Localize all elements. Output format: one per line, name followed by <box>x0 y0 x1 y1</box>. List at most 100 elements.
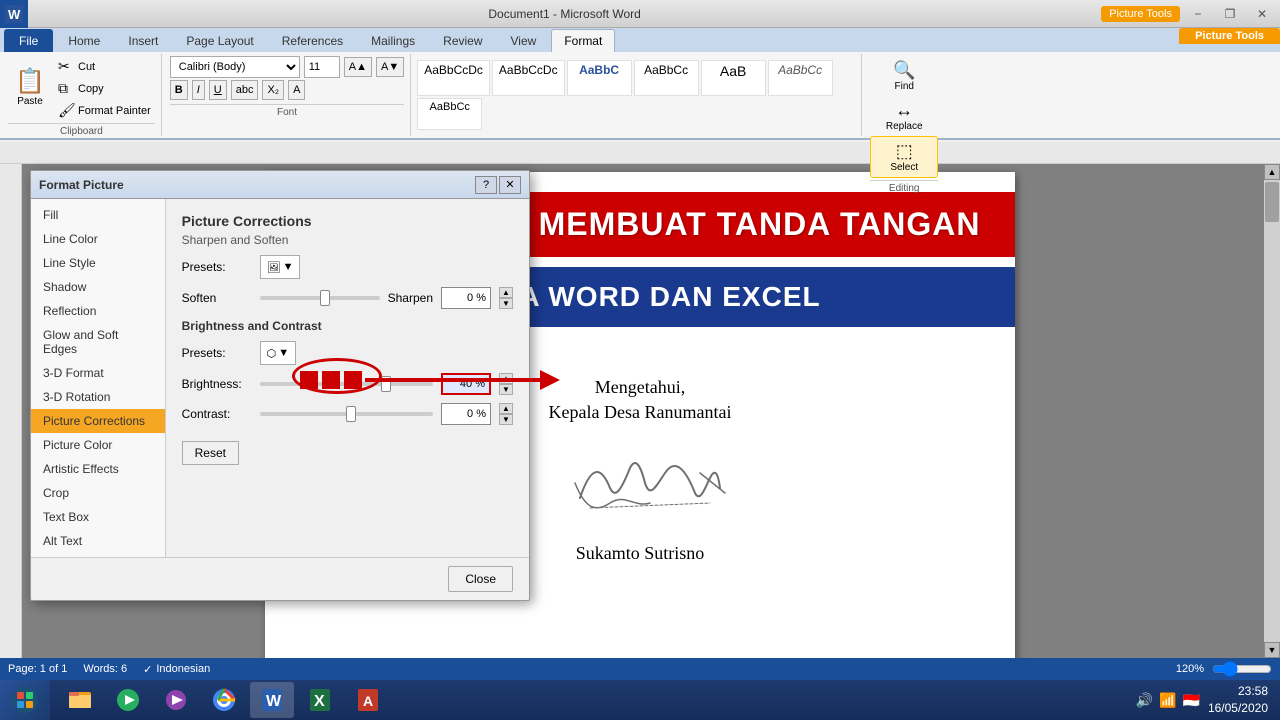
tab-mailings[interactable]: Mailings <box>358 29 428 52</box>
brightness-down[interactable]: ▼ <box>499 384 513 395</box>
tab-home[interactable]: Home <box>55 29 113 52</box>
strikethrough-button[interactable]: abc <box>231 80 259 100</box>
tab-review[interactable]: Review <box>430 29 495 52</box>
soften-slider[interactable] <box>260 296 380 300</box>
replace-icon: ↔ <box>895 100 913 121</box>
tab-file[interactable]: File <box>4 29 53 52</box>
clear-format-button[interactable]: A <box>288 80 305 100</box>
style-normal[interactable]: AaBbCcDc <box>417 60 490 96</box>
close-button[interactable]: ✕ <box>1248 0 1276 28</box>
sharpen-input[interactable] <box>441 287 491 309</box>
dialog-close-button[interactable]: ✕ <box>499 176 521 194</box>
style-subtitle[interactable]: AaBbCc <box>768 60 833 96</box>
paste-button[interactable]: 📋 Paste <box>8 66 52 111</box>
scroll-up-button[interactable]: ▲ <box>1264 164 1280 180</box>
taskbar-chrome[interactable] <box>202 682 246 718</box>
bold-button[interactable]: B <box>170 80 188 100</box>
cut-button[interactable]: ✂ Cut <box>54 56 155 77</box>
find-button[interactable]: 🔍 Find <box>870 56 938 96</box>
dialog-footer: Close <box>31 557 529 600</box>
dialog-titlebar: Format Picture ? ✕ <box>31 171 529 199</box>
menu-text-box[interactable]: Text Box <box>31 505 165 529</box>
italic-button[interactable]: I <box>192 80 205 100</box>
brightness-spinners: ▲ ▼ <box>499 373 513 395</box>
menu-artistic-effects[interactable]: Artistic Effects <box>31 457 165 481</box>
taskbar-explorer[interactable] <box>58 682 102 718</box>
brightness-up[interactable]: ▲ <box>499 373 513 384</box>
zoom-slider[interactable] <box>1212 662 1272 676</box>
contrast-input[interactable] <box>441 403 491 425</box>
contrast-slider[interactable] <box>260 412 433 416</box>
sharpen-down[interactable]: ▼ <box>499 298 513 309</box>
tab-references[interactable]: References <box>269 29 356 52</box>
style-heading2[interactable]: AaBbCc <box>634 60 699 96</box>
document-title: Document1 - Microsoft Word <box>28 7 1101 21</box>
contrast-down[interactable]: ▼ <box>499 414 513 425</box>
scrollbar-thumb[interactable] <box>1265 182 1279 222</box>
taskbar-word[interactable]: W <box>250 682 294 718</box>
replace-button[interactable]: ↔ Replace <box>870 96 938 136</box>
menu-glow[interactable]: Glow and Soft Edges <box>31 323 165 361</box>
increase-font-btn[interactable]: A▲ <box>344 57 372 77</box>
menu-3d-rotation[interactable]: 3-D Rotation <box>31 385 165 409</box>
paste-icon: 📋 <box>15 70 45 94</box>
menu-line-style[interactable]: Line Style <box>31 251 165 275</box>
sharpen-presets-button[interactable]: 🖼 ▼ <box>260 255 301 279</box>
statusbar: Page: 1 of 1 Words: 6 ✓ Indonesian 120% <box>0 658 1280 680</box>
tab-insert[interactable]: Insert <box>115 29 171 52</box>
tab-page-layout[interactable]: Page Layout <box>173 29 266 52</box>
format-painter-button[interactable]: 🖌 Format Painter <box>54 100 155 121</box>
format-painter-icon: 🖌 <box>58 102 74 119</box>
subscript-button[interactable]: X₂ <box>262 80 284 100</box>
menu-shadow[interactable]: Shadow <box>31 275 165 299</box>
dialog-close-footer-button[interactable]: Close <box>448 566 513 592</box>
taskbar-excel[interactable]: X <box>298 682 342 718</box>
select-button[interactable]: ⬚ Select <box>870 136 938 178</box>
ruler-top <box>0 142 1280 164</box>
sharpen-spinners: ▲ ▼ <box>499 287 513 309</box>
battery-icon: 🇮🇩 <box>1183 692 1200 709</box>
start-button[interactable] <box>0 680 50 720</box>
taskbar: W X A 🔊 📶 🇮🇩 23:58 16/05/2020 <box>0 680 1280 720</box>
contrast-up[interactable]: ▲ <box>499 403 513 414</box>
font-size-input[interactable] <box>304 56 340 78</box>
taskbar-clock: 23:58 16/05/2020 <box>1208 683 1268 717</box>
brightness-input[interactable] <box>441 373 491 395</box>
reset-button[interactable]: Reset <box>182 441 239 465</box>
menu-3d-format[interactable]: 3-D Format <box>31 361 165 385</box>
menu-picture-color[interactable]: Picture Color <box>31 433 165 457</box>
picture-tools-label: Picture Tools <box>1101 6 1180 22</box>
contrast-row: Contrast: ▲ ▼ <box>182 403 513 425</box>
font-name-selector[interactable]: Calibri (Body) <box>170 56 300 78</box>
scroll-down-button[interactable]: ▼ <box>1264 642 1280 658</box>
copy-button[interactable]: ⧉ Copy <box>54 78 155 99</box>
menu-line-color[interactable]: Line Color <box>31 227 165 251</box>
tab-format[interactable]: Format <box>551 29 615 52</box>
menu-crop[interactable]: Crop <box>31 481 165 505</box>
brightness-slider[interactable] <box>260 382 433 386</box>
svg-text:W: W <box>266 693 282 710</box>
menu-alt-text[interactable]: Alt Text <box>31 529 165 553</box>
zoom-level: 120% <box>1176 663 1204 675</box>
brightness-presets-button[interactable]: ⬡ ▼ <box>260 341 297 365</box>
style-heading1[interactable]: AaBbC <box>567 60 632 96</box>
titlebar: W Document1 - Microsoft Word Picture Too… <box>0 0 1280 28</box>
tab-view[interactable]: View <box>498 29 550 52</box>
taskbar-app5[interactable]: A <box>346 682 390 718</box>
underline-button[interactable]: U <box>209 80 227 100</box>
menu-reflection[interactable]: Reflection <box>31 299 165 323</box>
style-no-spacing[interactable]: AaBbCcDc <box>492 60 565 96</box>
style-more[interactable]: AaBbCc <box>417 98 482 130</box>
taskbar-media2[interactable] <box>154 682 198 718</box>
restore-button[interactable]: ❐ <box>1216 0 1244 28</box>
vertical-scrollbar[interactable]: ▲ ▼ <box>1264 164 1280 658</box>
menu-fill[interactable]: Fill <box>31 203 165 227</box>
soften-sharpen-row: Soften Sharpen ▲ ▼ <box>182 287 513 309</box>
taskbar-media[interactable] <box>106 682 150 718</box>
menu-picture-corrections[interactable]: Picture Corrections <box>31 409 165 433</box>
sharpen-up[interactable]: ▲ <box>499 287 513 298</box>
minimize-button[interactable]: − <box>1184 0 1212 28</box>
decrease-font-btn[interactable]: A▼ <box>376 57 404 77</box>
dialog-help-button[interactable]: ? <box>475 176 497 194</box>
style-title[interactable]: AaB <box>701 60 766 96</box>
